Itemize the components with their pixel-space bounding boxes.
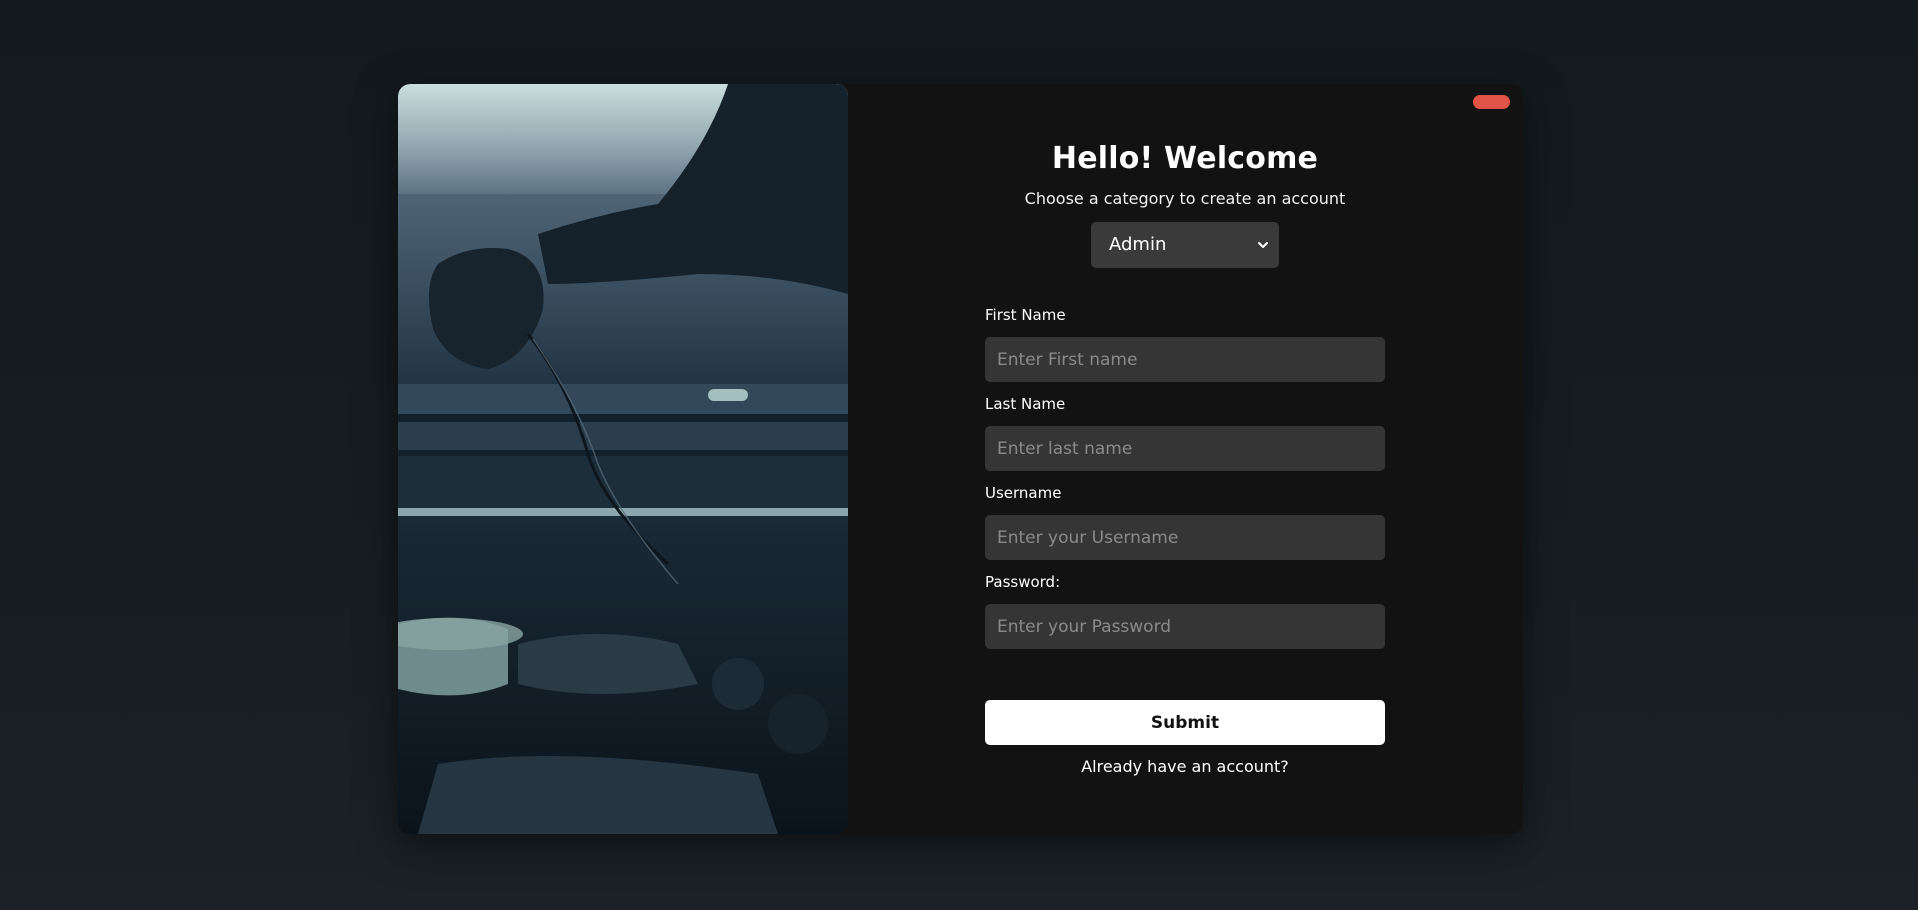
- category-select-value: Admin: [1109, 234, 1167, 255]
- first-name-label: First Name: [985, 306, 1066, 324]
- submit-button[interactable]: Submit: [985, 700, 1385, 745]
- signup-card: Hello! Welcome Choose a category to crea…: [398, 84, 1523, 834]
- hero-photo: [398, 84, 848, 834]
- password-label: Password:: [985, 573, 1061, 591]
- login-link[interactable]: Already have an account?: [985, 757, 1385, 776]
- last-name-label: Last Name: [985, 395, 1066, 413]
- chevron-down-icon: [1258, 242, 1268, 248]
- category-select[interactable]: Admin: [1091, 222, 1279, 268]
- username-input[interactable]: [985, 515, 1385, 560]
- last-name-input[interactable]: [985, 426, 1385, 471]
- close-button[interactable]: [1473, 95, 1510, 109]
- first-name-input[interactable]: [985, 337, 1385, 382]
- page-subtitle: Choose a category to create an account: [1024, 189, 1346, 208]
- page-title: Hello! Welcome: [1051, 141, 1319, 176]
- password-input[interactable]: [985, 604, 1385, 649]
- username-label: Username: [985, 484, 1062, 502]
- signup-form: Hello! Welcome Choose a category to crea…: [985, 84, 1385, 834]
